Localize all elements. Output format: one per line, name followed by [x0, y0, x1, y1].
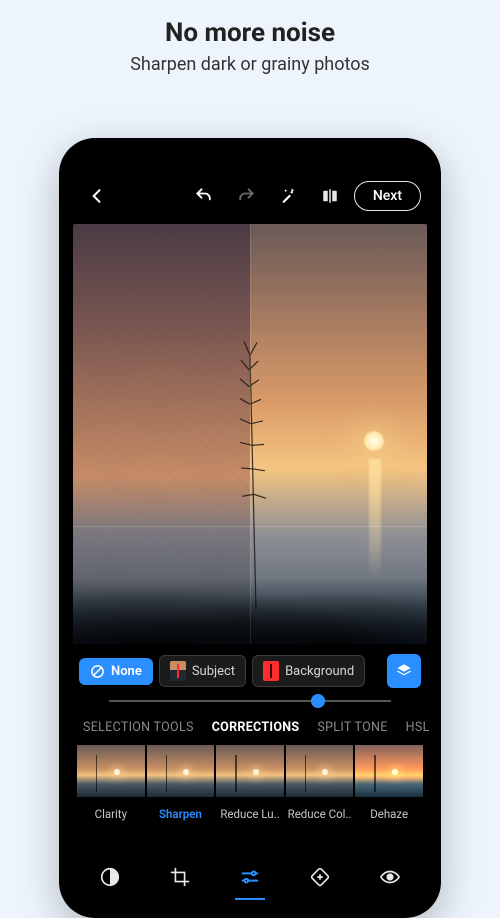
correction-thumbnails: Clarity Sharpen Reduce Lu.. Reduce Col..… [69, 745, 431, 821]
mask-background-chip[interactable]: Background [252, 655, 365, 687]
promo-title: No more noise [0, 18, 500, 48]
correction-label: Reduce Lu.. [220, 807, 279, 821]
compare-icon[interactable] [312, 178, 348, 214]
adjustment-slider[interactable] [69, 694, 431, 712]
mask-none-chip[interactable]: None [79, 658, 153, 685]
layers-button[interactable] [387, 654, 421, 688]
prohibit-icon [90, 664, 105, 679]
correction-label: Clarity [95, 807, 127, 821]
mask-subject-chip[interactable]: Subject [159, 655, 246, 687]
nav-looks-icon[interactable] [93, 862, 127, 892]
promo-subtitle: Sharpen dark or grainy photos [0, 54, 500, 75]
correction-reduce-luminance[interactable]: Reduce Lu.. [216, 745, 284, 821]
undo-icon[interactable] [186, 178, 222, 214]
nav-heal-icon[interactable] [303, 862, 337, 892]
mask-chip-row: None Subject Background [69, 644, 431, 694]
nav-adjust-icon[interactable] [233, 862, 267, 892]
correction-label: Reduce Col.. [288, 807, 352, 821]
correction-label: Dehaze [370, 807, 408, 821]
bottom-nav [69, 848, 431, 908]
tab-corrections[interactable]: CORRECTIONS [212, 720, 300, 735]
magic-wand-icon[interactable] [270, 178, 306, 214]
nav-redeye-icon[interactable] [373, 862, 407, 892]
slider-thumb[interactable] [311, 694, 325, 708]
mask-none-label: None [111, 664, 142, 679]
background-swatch-icon [263, 661, 279, 681]
layers-icon [395, 662, 413, 680]
correction-dehaze[interactable]: Dehaze [355, 745, 423, 821]
tab-hsl[interactable]: HSL [406, 720, 430, 735]
back-icon[interactable] [79, 178, 115, 214]
mask-subject-label: Subject [192, 664, 235, 679]
category-tabs: SELECTION TOOLS CORRECTIONS SPLIT TONE H… [69, 712, 431, 745]
correction-label: Sharpen [159, 807, 202, 821]
app-screen: Next [69, 148, 431, 908]
photo-preview[interactable] [73, 224, 427, 644]
top-toolbar: Next [69, 174, 431, 224]
correction-reduce-color[interactable]: Reduce Col.. [286, 745, 354, 821]
correction-sharpen[interactable]: Sharpen [147, 745, 215, 821]
next-button[interactable]: Next [354, 181, 421, 211]
phone-frame: Next [59, 138, 441, 918]
tab-selection-tools[interactable]: SELECTION TOOLS [83, 720, 194, 735]
redo-icon[interactable] [228, 178, 264, 214]
tab-split-tone[interactable]: SPLIT TONE [317, 720, 387, 735]
correction-clarity[interactable]: Clarity [77, 745, 145, 821]
subject-swatch-icon [170, 661, 186, 681]
mask-background-label: Background [285, 664, 354, 679]
nav-crop-icon[interactable] [163, 862, 197, 892]
